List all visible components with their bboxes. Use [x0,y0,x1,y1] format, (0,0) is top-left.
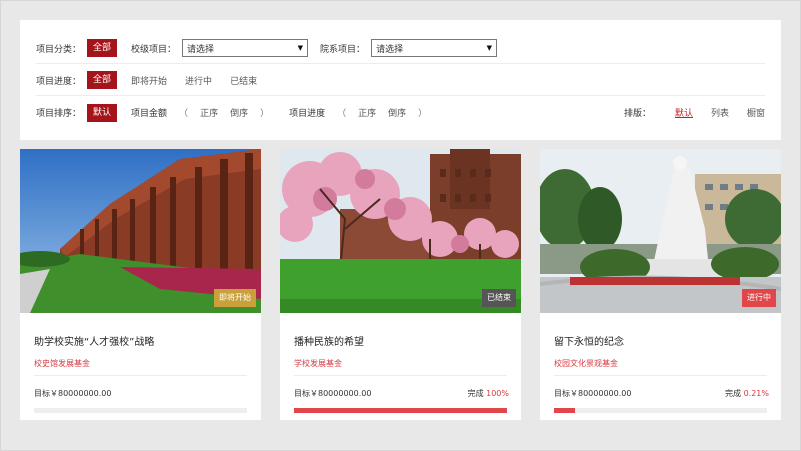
dept-project-label: 院系项目： [320,44,366,55]
status-badge: 进行中 [742,289,776,307]
layout-default-option[interactable]: 默认 [675,106,693,119]
progress-upcoming-option[interactable]: 即将开始 [131,74,167,87]
divider [34,375,247,376]
sort-default-button[interactable]: 默认 [87,103,118,122]
open-paren: （ [337,109,347,119]
progress-bar [294,408,507,413]
filter-panel: 项目分类： 全部 校级项目： 请选择 ▼ 院系项目： 请选择 ▼ 项目进度： 全… [20,20,781,140]
school-project-label: 校级项目： [131,44,177,55]
progress-ended-option[interactable]: 已结束 [230,74,257,87]
sort-amount-asc[interactable]: 正序 [200,106,218,119]
open-paren: （ [179,109,189,119]
close-paren: ） [260,109,270,119]
school-project-value: 请选择 [187,44,215,55]
card-title[interactable]: 留下永恒的纪念 [554,333,624,348]
progress-bar [554,408,767,413]
card-goal: 目标￥80000000.00 [554,389,632,398]
progress-label: 项目进度： [36,76,82,87]
layout-list-option[interactable]: 列表 [711,106,729,119]
category-all-button[interactable]: 全部 [87,39,118,57]
category-filter-row: 项目分类： 全部 校级项目： 请选择 ▼ 院系项目： 请选择 ▼ [36,33,765,64]
sort-progress-asc[interactable]: 正序 [358,106,376,119]
progress-ongoing-option[interactable]: 进行中 [185,74,212,87]
card-completion: 完成 0.21% [725,388,769,399]
card-goal: 目标￥80000000.00 [294,389,372,398]
card-fund-name[interactable]: 学校发展基金 [294,358,342,369]
card-completion: 完成 100% [468,388,509,399]
card-title[interactable]: 播种民族的希望 [294,333,364,348]
sort-label: 项目排序： [36,109,82,119]
completion-label: 完成 [467,389,484,398]
project-card[interactable]: 即将开始 助学校实施“人才强校”战略 校史馆发展基金 目标￥80000000.0… [20,149,261,420]
status-badge: 即将开始 [214,289,256,307]
progress-bar [34,408,247,413]
chevron-down-icon: ▼ [297,44,304,52]
card-fund-name[interactable]: 校园文化景观基金 [554,358,618,369]
completion-percent: 0.21% [743,389,769,398]
completion-label: 完成 [725,389,742,398]
sort-amount-label: 项目金额 [131,109,168,119]
divider [554,375,767,376]
school-project-select[interactable]: 请选择 ▼ [182,39,309,57]
status-badge: 已结束 [482,289,516,307]
sort-amount-desc[interactable]: 倒序 [230,106,248,119]
card-title[interactable]: 助学校实施“人才强校”战略 [34,333,154,348]
sort-progress-desc[interactable]: 倒序 [388,106,406,119]
sort-progress-label: 项目进度 [289,109,326,119]
divider [294,375,507,376]
project-card[interactable]: 进行中 留下永恒的纪念 校园文化景观基金 目标￥80000000.00 完成 0… [540,149,781,420]
progress-fill [554,408,576,413]
chevron-down-icon: ▼ [486,44,493,52]
progress-fill [294,408,507,413]
card-fund-name[interactable]: 校史馆发展基金 [34,358,90,369]
progress-filter-row: 项目进度： 全部 即将开始 进行中 已结束 [36,65,765,96]
project-card[interactable]: 已结束 播种民族的希望 学校发展基金 目标￥80000000.00 完成 100… [280,149,521,420]
dept-project-value: 请选择 [376,44,404,55]
project-image-building[interactable]: 即将开始 [20,149,261,313]
completion-percent: 100% [486,389,509,398]
progress-all-button[interactable]: 全部 [87,71,118,89]
project-image-statue[interactable]: 进行中 [540,149,781,313]
layout-label: 排版： [623,109,651,119]
card-goal: 目标￥80000000.00 [34,389,112,398]
close-paren: ） [418,109,428,119]
category-label: 项目分类： [36,44,82,55]
dept-project-select[interactable]: 请选择 ▼ [371,39,498,57]
project-image-blossom[interactable]: 已结束 [280,149,521,313]
sort-filter-row: 项目排序： 默认 项目金额 （ 正序 倒序 ） 项目进度 （ 正序 倒序 ） 排… [36,97,765,128]
layout-showcase-option[interactable]: 橱窗 [747,106,765,119]
